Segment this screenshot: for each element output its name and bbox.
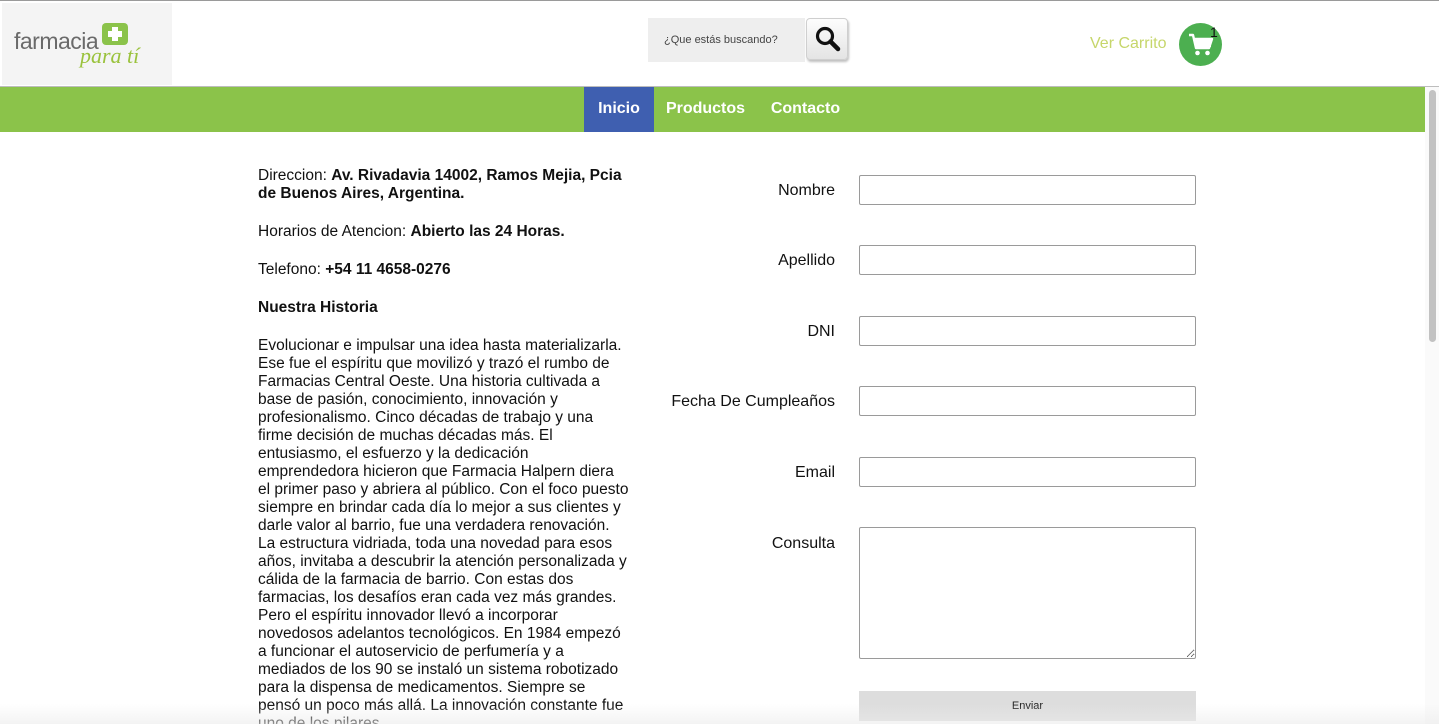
nombre-field[interactable] [859,175,1196,205]
dni-label: DNI [807,323,835,340]
hours-label: Horarios de Atencion: [258,223,411,240]
search-input[interactable] [648,18,805,62]
medical-cross-icon [102,23,128,45]
consulta-label: Consulta [771,535,835,552]
birthday-label: Fecha De Cumpleaños [671,393,835,410]
email-field[interactable] [859,457,1196,487]
nav-item-contacto[interactable]: Contacto [757,87,854,132]
magnifier-icon [815,26,841,52]
nav-item-productos[interactable]: Productos [654,87,757,132]
dni-field[interactable] [859,316,1196,346]
hours-line: Horarios de Atencion: Abierto las 24 Hor… [258,223,630,241]
phone-value: +54 11 4658-0276 [325,261,451,278]
phone-line: Telefono: +54 11 4658-0276 [258,261,630,279]
main-nav: Inicio Productos Contacto [0,87,1439,132]
store-info: Direccion: Av. Rivadavia 14002, Ramos Me… [258,167,630,724]
view-cart-link[interactable]: Ver Carrito [1090,35,1166,53]
address-label: Direccion: [258,167,332,184]
history-text: Evolucionar e impulsar una idea hasta ma… [258,337,629,724]
birthday-field[interactable] [859,386,1196,416]
cart-count-badge: 1 [1210,24,1218,40]
window-bottom-shadow [0,704,1439,724]
hours-value: Abierto las 24 Horas. [410,223,565,240]
scrollbar-thumb[interactable] [1429,90,1436,342]
logo-tagline: para tí [80,43,140,68]
email-label: Email [794,464,835,481]
search-button[interactable] [806,18,848,60]
apellido-field[interactable] [859,245,1196,275]
nav-item-inicio[interactable]: Inicio [584,87,654,132]
history-heading: Nuestra Historia [258,299,378,316]
nombre-label: Nombre [778,182,835,199]
site-header: farmacia para tí Ver Carrito 1 [0,1,1439,86]
phone-label: Telefono: [258,261,326,278]
send-button[interactable]: Enviar [859,691,1196,721]
apellido-label: Apellido [778,252,835,269]
consulta-textarea[interactable] [859,527,1196,659]
address-line: Direccion: Av. Rivadavia 14002, Ramos Me… [258,167,630,203]
pharmacy-logo[interactable]: farmacia para tí [2,3,172,85]
